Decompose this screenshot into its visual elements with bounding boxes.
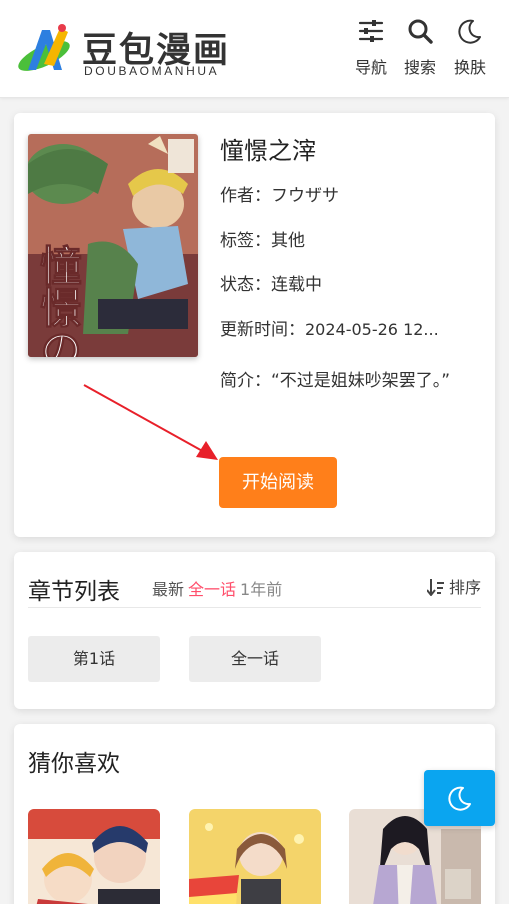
latest-chapter-link[interactable]: 全一话 bbox=[188, 580, 236, 599]
chapter-list-title: 章节列表 bbox=[28, 579, 120, 605]
status-value: 连载中 bbox=[271, 275, 322, 295]
chapter-list-card: 章节列表 最新 全一话 1年前 排序 第1话 全一话 bbox=[14, 552, 495, 709]
moon-icon bbox=[458, 19, 481, 44]
thumbnail-art bbox=[189, 809, 321, 904]
sort-icon bbox=[426, 579, 444, 597]
sort-label: 排序 bbox=[448, 578, 481, 597]
status-key: 状态： bbox=[220, 275, 271, 295]
tags-key: 标签： bbox=[220, 231, 271, 251]
latest-time: 1年前 bbox=[240, 580, 283, 599]
latest-label: 最新 bbox=[152, 580, 185, 599]
intro-value: “不过是姐妹吵架罢了。” bbox=[271, 371, 451, 391]
nav-button-menu[interactable]: 导航 bbox=[347, 18, 395, 82]
site-logo[interactable]: 豆包漫画 DOUBAOMANHUA bbox=[14, 18, 244, 82]
comic-title: 憧憬之滓 bbox=[220, 137, 316, 165]
recommend-title: 猜你喜欢 bbox=[28, 751, 120, 777]
author-row: 作者：フウザサ bbox=[220, 181, 452, 206]
recommend-thumbnail[interactable] bbox=[28, 809, 160, 904]
logo-subtitle: DOUBAOMANHUA bbox=[84, 64, 220, 78]
nav-label: 导航 bbox=[354, 58, 387, 77]
comic-cover-image[interactable]: 憧憬の滓 bbox=[28, 134, 198, 357]
cover-art: 憧憬の滓 bbox=[28, 134, 198, 357]
top-header: 豆包漫画 DOUBAOMANHUA 导航 搜索 换肤 bbox=[0, 0, 509, 98]
logo-mark-icon bbox=[18, 24, 70, 71]
author-key: 作者： bbox=[220, 186, 271, 206]
updated-value: 2024-05-26 12... bbox=[305, 320, 439, 339]
updated-key: 更新时间： bbox=[220, 320, 305, 340]
status-row: 状态：连载中 bbox=[220, 270, 452, 295]
search-icon bbox=[408, 19, 433, 44]
latest-chapter-info: 最新 全一话 1年前 bbox=[152, 576, 282, 600]
sliders-icon bbox=[358, 20, 384, 42]
intro-text: 简介：“不过是姐妹吵架罢了。” bbox=[220, 365, 460, 397]
red-arrow-annotation bbox=[83, 384, 218, 460]
recommend-thumbnail[interactable] bbox=[189, 809, 321, 904]
author-value[interactable]: フウザサ bbox=[271, 186, 339, 206]
tags-row: 标签：其他 bbox=[220, 226, 452, 251]
recommend-card: 猜你喜欢 bbox=[14, 724, 495, 904]
chapter-button[interactable]: 第1话 bbox=[28, 636, 160, 682]
nav-button-search[interactable]: 搜索 bbox=[396, 18, 444, 82]
updated-row: 更新时间：2024-05-26 12... bbox=[220, 315, 452, 340]
nav-label: 换肤 bbox=[453, 58, 486, 77]
start-reading-button[interactable]: 开始阅读 bbox=[219, 457, 337, 508]
tags-value[interactable]: 其他 bbox=[271, 231, 305, 251]
thumbnail-art bbox=[28, 809, 160, 904]
sort-button[interactable]: 排序 bbox=[426, 574, 481, 598]
nav-button-theme[interactable]: 换肤 bbox=[446, 18, 494, 82]
theme-toggle-button[interactable] bbox=[424, 770, 495, 826]
cover-title-text: 憧憬の滓 bbox=[34, 244, 83, 357]
nav-label: 搜索 bbox=[403, 58, 436, 77]
comic-detail-card: 憧憬の滓 憧憬之滓 作者：フウザサ 标签：其他 状态：连载中 更新时间：2024… bbox=[14, 113, 495, 537]
divider bbox=[28, 607, 481, 608]
moon-icon bbox=[448, 786, 471, 811]
chapter-button[interactable]: 全一话 bbox=[189, 636, 321, 682]
